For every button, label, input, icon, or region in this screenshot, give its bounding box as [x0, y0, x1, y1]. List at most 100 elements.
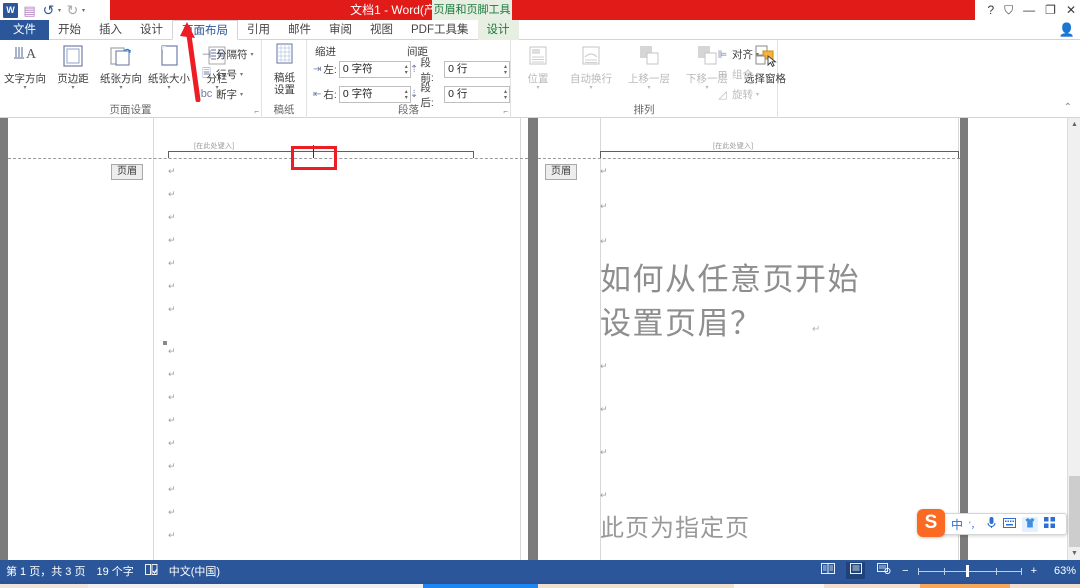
chevron-down-icon[interactable]: ▾ — [756, 91, 759, 98]
ime-soft-keyboard-icon[interactable] — [1002, 517, 1016, 531]
taskbar-segment — [0, 584, 88, 588]
button-wrap-text[interactable]: 自动换行 ▾ — [563, 43, 619, 92]
tab-hf-design[interactable]: 设计 — [477, 20, 519, 40]
chevron-down-icon[interactable]: ▾ — [98, 85, 144, 92]
paragraph-mark: ↵ — [168, 415, 176, 425]
tab-review[interactable]: 审阅 — [320, 20, 361, 40]
web-layout-button[interactable] — [874, 562, 893, 579]
tab-page-layout[interactable]: 页面布局 — [172, 20, 238, 40]
page-3-sliver[interactable] — [968, 118, 1080, 560]
zoom-percentage[interactable]: 63% — [1046, 565, 1076, 577]
button-group[interactable]: ⊞ 组合 ▾ — [716, 65, 759, 83]
indent-left-input[interactable]: 0 字符 ▴ ▾ — [338, 61, 411, 78]
ribbon-display-options-button[interactable]: ⛉ — [1004, 3, 1013, 18]
scroll-up-arrow-icon[interactable]: ▲ — [1068, 118, 1080, 131]
spinner-icon[interactable]: ▴ ▾ — [504, 89, 509, 101]
position-icon — [515, 43, 561, 73]
button-text-direction[interactable]: A 文字方向 ▾ — [2, 43, 48, 92]
button-breaks[interactable]: ⊣ 分隔符 ▾ — [200, 45, 254, 63]
restore-button[interactable]: ❐ — [1045, 3, 1056, 17]
word-count[interactable]: 19 个字 — [96, 563, 133, 579]
zoom-in-button[interactable]: + — [1031, 565, 1037, 577]
chevron-down-icon[interactable]: ▾ — [563, 85, 619, 92]
tab-home[interactable]: 开始 — [49, 20, 90, 40]
wrap-text-icon — [563, 43, 619, 73]
chevron-down-icon[interactable]: ▾ — [756, 71, 759, 78]
page-1[interactable]: [在此处键入] 页眉 ↵ ↵ ↵ ↵ ↵ ↵ ↵ ↵ ↵ ↵ ↵ ↵ ↵ ↵ ↵… — [8, 118, 528, 560]
tab-mailings[interactable]: 邮件 — [279, 20, 320, 40]
ime-mode-chinese[interactable]: 中 — [951, 516, 963, 533]
header-placeholder-text[interactable]: [在此处键入] — [713, 141, 753, 151]
account-avatar-icon[interactable]: 👤 — [1058, 21, 1076, 39]
tab-design[interactable]: 设计 — [131, 20, 172, 40]
button-grid-paper-setup[interactable]: 稿纸 设置 — [262, 42, 307, 96]
button-line-numbers[interactable]: 🗏 行号 ▾ — [200, 65, 243, 83]
tab-insert[interactable]: 插入 — [90, 20, 131, 40]
help-button[interactable]: ? — [987, 3, 994, 17]
group-label-arrange: 排列 — [633, 104, 655, 116]
button-label: 上移一层 — [628, 73, 670, 85]
chevron-down-icon[interactable]: ▾ — [50, 85, 96, 92]
paragraph-mark: ↵ — [168, 235, 176, 245]
ime-skin-icon[interactable] — [1021, 516, 1038, 532]
chevron-down-icon[interactable]: ▾ — [2, 85, 48, 92]
left-margin-guide — [153, 118, 154, 560]
button-rotate[interactable]: ◿ 旋转 ▾ — [716, 85, 759, 103]
language-indicator[interactable]: 中文(中国) — [169, 563, 220, 579]
paragraph-mark: ↵ — [168, 258, 176, 268]
spinner-icon[interactable]: ▴ ▾ — [504, 64, 509, 76]
zoom-out-button[interactable]: − — [902, 565, 908, 577]
header-placeholder-text[interactable]: [在此处键入] — [194, 141, 234, 151]
vertical-scrollbar[interactable]: ▲ ▼ — [1067, 118, 1080, 560]
chevron-down-icon[interactable]: ▾ — [515, 85, 561, 92]
page-indicator[interactable]: 第 1 页，共 3 页 — [6, 563, 85, 579]
ime-voice-input-icon[interactable] — [986, 516, 997, 532]
button-position[interactable]: 位置 ▾ — [515, 43, 561, 92]
button-label-line1: 稿纸 — [274, 72, 295, 84]
minimize-button[interactable]: — — [1023, 3, 1035, 17]
tab-references[interactable]: 引用 — [238, 20, 279, 40]
page-2[interactable]: [在此处键入] 页眉 ↵ ↵ ↵ 如何从任意页开始 设置页眉？ ↵ ↵ ↵ ↵ … — [538, 118, 960, 560]
zoom-slider[interactable] — [917, 564, 1022, 578]
button-label: 旋转 — [732, 88, 753, 101]
proofing-errors-icon[interactable] — [144, 563, 158, 578]
size-icon — [146, 43, 192, 73]
zoom-slider-thumb[interactable] — [965, 564, 969, 577]
spacing-after-input[interactable]: 0 行 ▴ ▾ — [444, 86, 510, 103]
taskbar-active-item[interactable] — [423, 584, 538, 588]
tab-view[interactable]: 视图 — [361, 20, 402, 40]
button-bring-forward[interactable]: 上移一层 ▾ — [621, 43, 677, 92]
ime-punctuation[interactable]: '， — [969, 518, 980, 531]
document-title: 文档1 - Word(产品激活失败) — [350, 3, 500, 17]
paragraph-mark: ↵ — [168, 212, 176, 222]
chevron-down-icon[interactable]: ▾ — [621, 85, 677, 92]
collapse-ribbon-button[interactable]: ⌃ — [1064, 102, 1072, 113]
button-align[interactable]: ⊫ 对齐 ▾ — [716, 45, 759, 63]
ime-logo-icon[interactable]: S — [917, 509, 945, 537]
zoom-tick — [917, 567, 919, 575]
close-button[interactable]: ✕ — [1066, 3, 1076, 17]
button-size[interactable]: 纸张大小 ▾ — [146, 43, 192, 92]
ime-toolbox-icon[interactable] — [1043, 517, 1055, 531]
button-hyphenation[interactable]: bc 断字 ▾ — [200, 85, 243, 103]
dialog-launcher-paragraph[interactable]: ⌐ — [503, 107, 508, 116]
chevron-down-icon[interactable]: ▾ — [240, 91, 243, 98]
button-label: 组合 — [732, 68, 753, 81]
button-orientation[interactable]: 纸张方向 ▾ — [98, 43, 144, 92]
chevron-down-icon[interactable]: ▾ — [756, 51, 759, 58]
chevron-down-icon[interactable]: ▾ — [251, 51, 254, 58]
spacing-before-input[interactable]: 0 行 ▴ ▾ — [444, 61, 510, 78]
scroll-down-arrow-icon[interactable]: ▼ — [1068, 547, 1080, 560]
indent-right-input[interactable]: 0 字符 ▴ ▾ — [338, 86, 411, 103]
button-margins[interactable]: 页边距 ▾ — [50, 43, 96, 92]
read-mode-button[interactable] — [818, 562, 837, 579]
document-heading-line-1: 如何从任意页开始 — [600, 262, 860, 298]
chevron-down-icon[interactable]: ▾ — [146, 85, 192, 92]
tab-file[interactable]: 文件 — [0, 20, 49, 40]
tab-pdf-tools[interactable]: PDF工具集 — [402, 20, 478, 40]
print-layout-button[interactable] — [846, 562, 866, 579]
dialog-launcher-page-setup[interactable]: ⌐ — [254, 107, 259, 116]
button-label: 纸张方向 — [100, 73, 142, 85]
chevron-down-icon[interactable]: ▾ — [240, 71, 243, 78]
ribbon-group-grid-paper: 稿纸 设置 稿纸 — [262, 40, 307, 118]
